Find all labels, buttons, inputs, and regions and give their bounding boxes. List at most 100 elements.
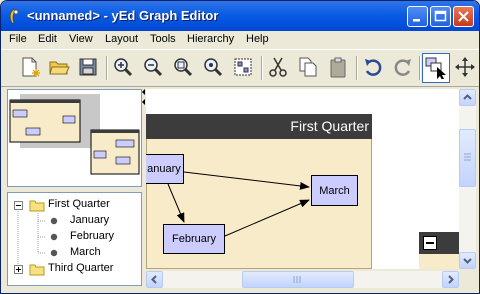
node-label: anuary (147, 163, 181, 175)
new-document-icon (22, 57, 40, 77)
maximize-button[interactable] (430, 6, 451, 27)
edge-january-february[interactable] (167, 183, 185, 223)
scroll-corner (459, 271, 476, 288)
tree-item-label: February (70, 230, 115, 242)
copy-icon (299, 57, 317, 77)
menu-hierarchy[interactable]: Hierarchy (187, 33, 234, 45)
tree-item-label: Third Quarter (48, 262, 114, 274)
tree-item-march[interactable]: March (8, 245, 138, 261)
scroll-left-button[interactable] (146, 271, 163, 288)
edge-january-march[interactable] (183, 171, 310, 190)
node-february[interactable]: February (163, 224, 225, 254)
graph-canvas[interactable]: First Quarter anuary March February (146, 89, 459, 269)
undo-icon (365, 59, 382, 76)
select-mode-button[interactable] (422, 53, 450, 83)
grip-icon (464, 153, 471, 161)
toolbar-separator (356, 56, 358, 80)
menu-layout[interactable]: Layout (105, 33, 138, 45)
horizontal-scrollbar[interactable] (146, 271, 459, 288)
group-body-third-quarter[interactable] (419, 254, 459, 269)
tree-item-label: March (70, 246, 101, 258)
open-button[interactable] (46, 53, 74, 83)
grip-icon (293, 276, 301, 283)
horizontal-scroll-thumb[interactable] (242, 271, 354, 288)
menu-help[interactable]: Help (246, 33, 269, 45)
menu-edit[interactable]: Edit (38, 33, 57, 45)
chevron-left-icon (151, 275, 157, 284)
node-bullet-icon (50, 217, 58, 225)
window-title: <unnamed> - yEd Graph Editor (27, 8, 219, 23)
zoom-in-icon (114, 58, 133, 77)
menu-tools[interactable]: Tools (150, 33, 176, 45)
scroll-up-button[interactable] (459, 89, 476, 106)
overview-minimap (9, 94, 140, 175)
new-document-button[interactable] (17, 53, 45, 83)
zoom-area-icon (204, 58, 223, 77)
title-bar[interactable]: <unnamed> - yEd Graph Editor (1, 1, 479, 31)
application-window: <unnamed> - yEd Graph Editor File Edit V… (0, 0, 480, 294)
copy-button[interactable] (295, 53, 323, 83)
tree-item-february[interactable]: February (8, 229, 138, 245)
paste-button[interactable] (325, 53, 353, 83)
pan-mode-button[interactable] (452, 53, 479, 83)
node-march[interactable]: March (311, 175, 358, 206)
pan-mode-icon (455, 57, 475, 77)
open-folder-icon (49, 61, 70, 75)
close-button[interactable] (453, 6, 474, 27)
toolbar-separator (419, 56, 421, 80)
minimize-icon (413, 19, 420, 22)
close-icon (458, 11, 469, 22)
cut-icon (269, 57, 287, 77)
fit-content-button[interactable] (230, 53, 258, 83)
chevron-right-icon (448, 275, 454, 284)
minimize-button[interactable] (407, 6, 428, 27)
menu-bar: File Edit View Layout Tools Hierarchy He… (1, 31, 479, 49)
toolbar-separator (106, 56, 108, 80)
undo-button[interactable] (360, 53, 388, 83)
tree-item-label: January (70, 214, 110, 226)
overview-panel[interactable] (7, 89, 142, 187)
paste-icon (330, 57, 346, 78)
toolbar-separator (261, 56, 263, 80)
redo-button[interactable] (390, 53, 418, 83)
cut-button[interactable] (265, 53, 293, 83)
chevron-down-icon (463, 258, 472, 264)
collapse-group-icon[interactable] (423, 236, 437, 250)
group-header-third-quarter[interactable] (419, 232, 459, 254)
node-label: March (319, 184, 350, 197)
vertical-scrollbar[interactable] (459, 89, 476, 269)
scroll-right-button[interactable] (442, 271, 459, 288)
tree-item-third-quarter[interactable]: Third Quarter (8, 261, 138, 277)
zoom-in-button[interactable] (110, 53, 138, 83)
node-january[interactable]: anuary (146, 154, 184, 184)
tree-item-january[interactable]: January (8, 213, 138, 229)
zoom-area-button[interactable] (200, 53, 228, 83)
menu-view[interactable]: View (69, 33, 93, 45)
zoom-fit-button[interactable] (170, 53, 198, 83)
save-disk-icon (79, 58, 97, 76)
collapse-icon[interactable] (14, 201, 23, 210)
structure-tree: First Quarter January February March Thi… (7, 192, 142, 286)
node-bullet-icon (50, 233, 58, 241)
zoom-out-icon (144, 58, 163, 77)
zoom-out-button[interactable] (140, 53, 168, 83)
maximize-icon (434, 10, 447, 22)
chevron-up-icon (463, 94, 472, 100)
folder-icon (29, 200, 45, 212)
save-button[interactable] (75, 53, 103, 83)
menu-file[interactable]: File (9, 33, 27, 45)
scroll-down-button[interactable] (459, 252, 476, 269)
tree-item-first-quarter[interactable]: First Quarter (8, 197, 138, 213)
edge-february-march[interactable] (224, 199, 310, 237)
toolbar (1, 49, 479, 87)
folder-icon (29, 264, 45, 276)
zoom-fit-icon (174, 58, 193, 77)
vertical-scroll-thumb[interactable] (459, 129, 476, 187)
tree-item-label: First Quarter (48, 198, 110, 210)
fit-content-icon (234, 58, 252, 76)
node-bullet-icon (50, 249, 58, 257)
yed-app-icon (7, 8, 21, 24)
redo-icon (394, 59, 411, 76)
node-label: February (171, 233, 217, 245)
expand-icon[interactable] (14, 265, 23, 274)
